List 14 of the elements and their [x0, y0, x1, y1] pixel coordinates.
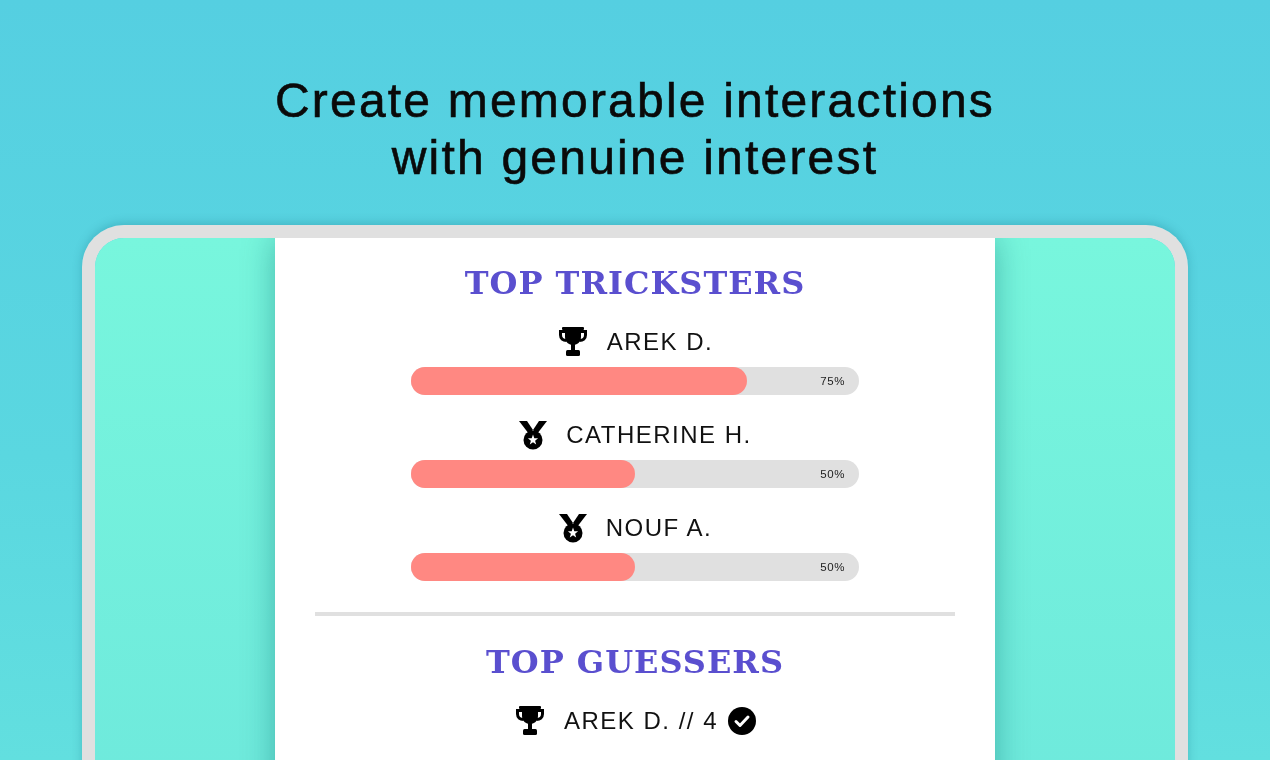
- headline: Create memorable interactions with genuine interest: [273, 73, 997, 186]
- medal-icon: [557, 513, 588, 543]
- player-name: CATHERINE H.: [566, 420, 752, 450]
- player-name: AREK D. // 4: [563, 706, 718, 736]
- trophy-icon: [556, 327, 589, 357]
- medal-icon: [518, 420, 549, 450]
- percent-label: 50%: [820, 468, 845, 480]
- percent-label: 75%: [820, 375, 845, 387]
- section-title: TOP GUESSERS: [485, 642, 785, 682]
- trophy-icon: [513, 706, 546, 736]
- player-name: NOUF A.: [605, 513, 713, 543]
- percent-label: 50%: [820, 561, 845, 573]
- player-name: AREK D.: [606, 327, 714, 357]
- section-title: TOP TRICKSTERS: [464, 263, 806, 303]
